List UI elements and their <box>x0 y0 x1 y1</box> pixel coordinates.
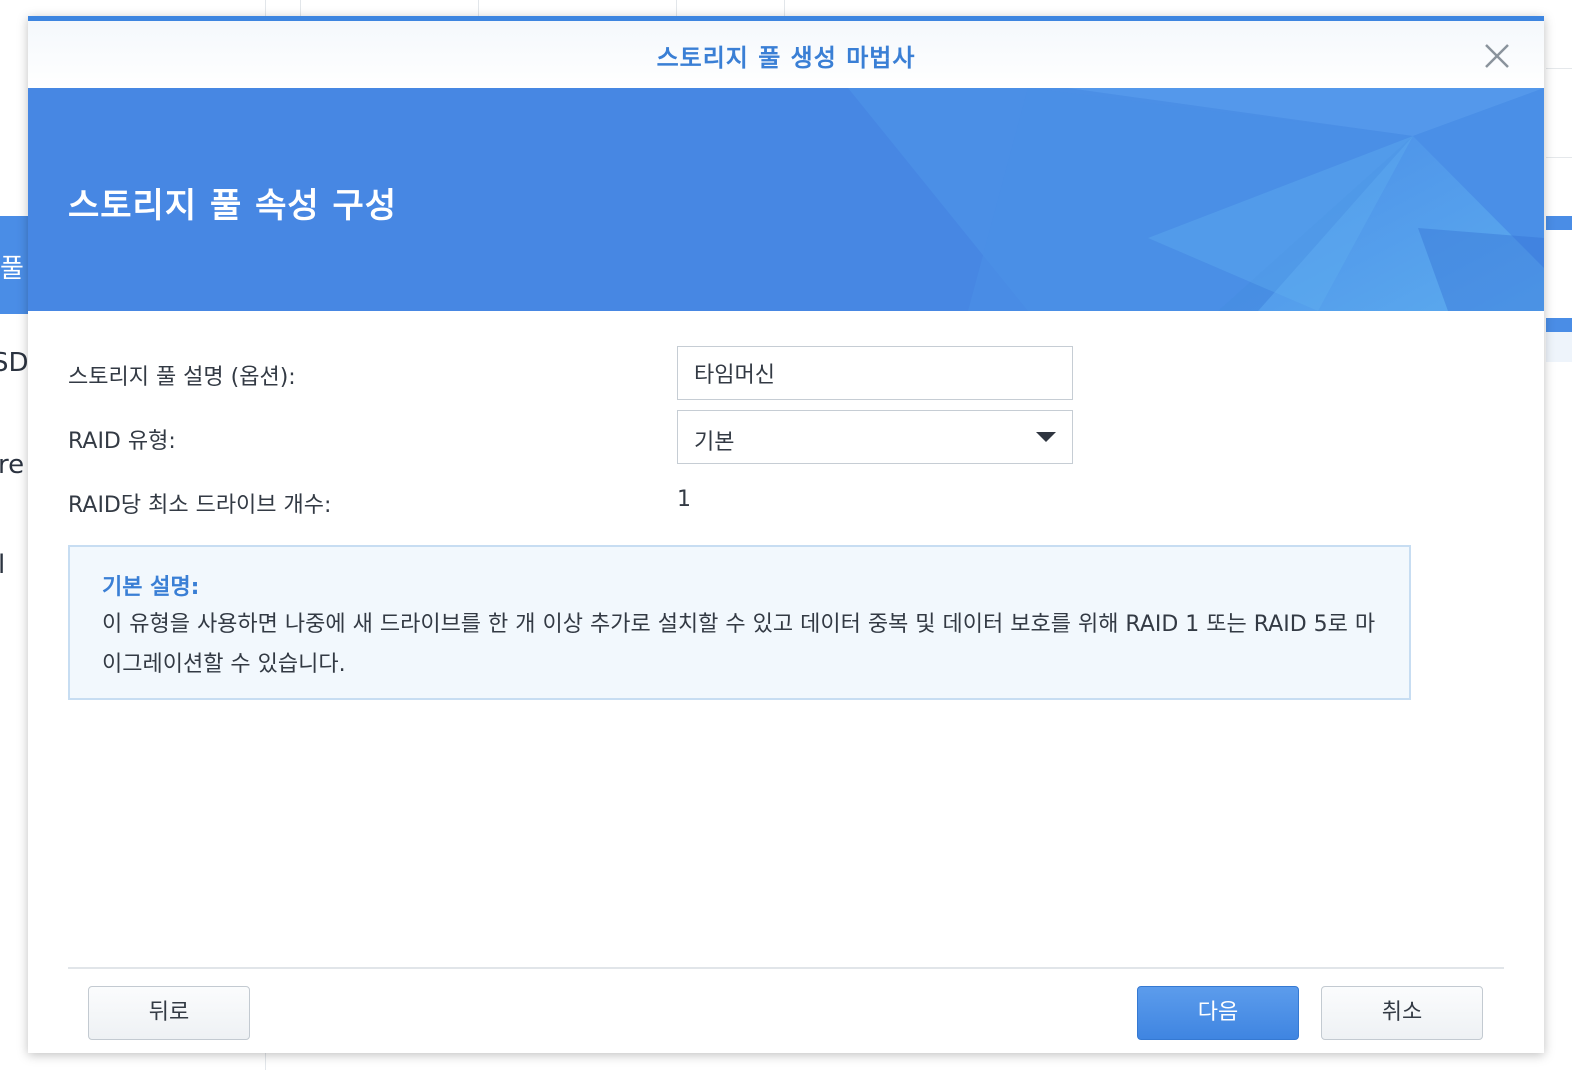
min-drives-label: RAID당 최소 드라이브 개수: <box>68 493 332 518</box>
description-label: 스토리지 풀 설명 (옵션): <box>68 365 296 390</box>
bg-row-line <box>1546 68 1572 69</box>
raid-type-label: RAID 유형: <box>68 429 176 454</box>
footer-divider <box>68 967 1504 969</box>
storage-pool-wizard-dialog: 스토리지 풀 생성 마법사 스토리지 풀 속성 구성 스토리지 풀 설명 (옵션… <box>28 16 1544 1053</box>
info-text: 이 유형을 사용하면 나중에 새 드라이브를 한 개 이상 추가로 설치할 수 … <box>102 612 1376 677</box>
raid-description-box: 기본 설명: 이 유형을 사용하면 나중에 새 드라이브를 한 개 이상 추가로… <box>68 545 1411 700</box>
close-icon[interactable] <box>1480 39 1514 73</box>
min-drives-value: 1 <box>677 487 691 512</box>
bg-sidebar-label: 풀 <box>0 254 24 284</box>
wizard-banner: 스토리지 풀 속성 구성 <box>28 88 1544 311</box>
bg-sidebar-label[interactable]: l <box>0 550 5 580</box>
raid-type-value: 기본 <box>694 430 735 455</box>
bg-selected-row-edge <box>1546 216 1572 230</box>
cancel-button[interactable]: 취소 <box>1321 986 1483 1040</box>
next-button[interactable]: 다음 <box>1137 986 1299 1040</box>
dialog-titlebar[interactable]: 스토리지 풀 생성 마법사 <box>28 21 1544 88</box>
bg-selected-row-edge <box>1546 318 1572 332</box>
bg-divider <box>478 0 479 16</box>
bg-divider <box>676 0 677 16</box>
description-field[interactable] <box>677 346 1073 400</box>
raid-type-select[interactable]: 기본 <box>677 410 1073 464</box>
bg-divider <box>265 1053 266 1070</box>
banner-title: 스토리지 풀 속성 구성 <box>68 186 398 226</box>
bg-sidebar-label[interactable]: re <box>0 450 24 480</box>
bg-sidebar-active-item[interactable]: 풀 <box>0 216 30 314</box>
description-input[interactable] <box>678 347 1072 399</box>
bg-divider <box>300 0 301 16</box>
bg-sidebar-label[interactable]: SD <box>0 348 29 378</box>
bg-divider <box>265 0 266 16</box>
bg-row <box>1546 230 1572 318</box>
bg-row <box>1546 332 1572 362</box>
info-title: 기본 설명: <box>102 575 200 600</box>
bg-divider <box>784 0 785 16</box>
chevron-down-icon[interactable] <box>1036 432 1056 442</box>
bg-row-line <box>1546 157 1572 158</box>
dialog-title: 스토리지 풀 생성 마법사 <box>656 44 916 72</box>
back-button[interactable]: 뒤로 <box>88 986 250 1040</box>
